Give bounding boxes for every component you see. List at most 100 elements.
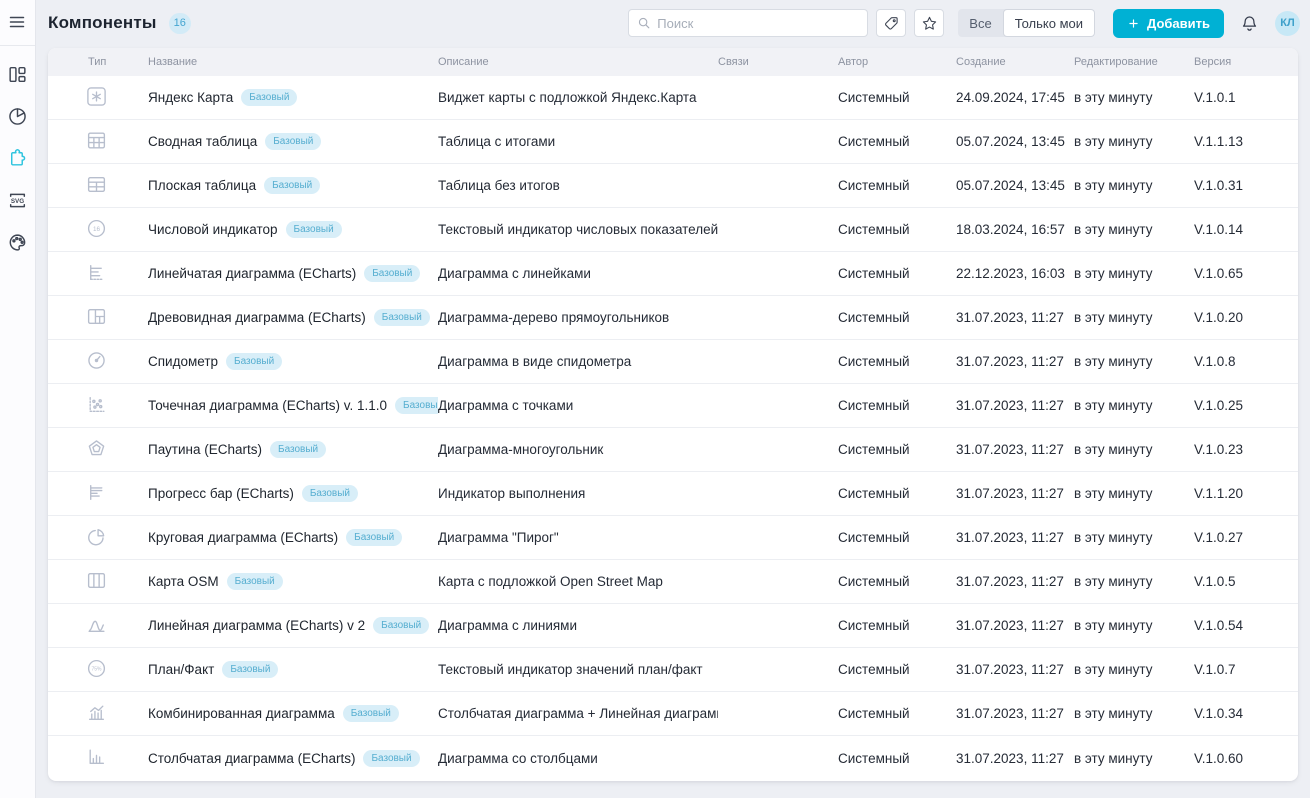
component-edited: в эту минуту [1074, 310, 1194, 325]
table-row[interactable]: Столбчатая диаграмма (ECharts) Базовый Д… [48, 736, 1298, 780]
favorites-filter-button[interactable] [914, 9, 944, 37]
sidebar-item-palette[interactable] [6, 230, 30, 254]
table-row[interactable]: Древовидная диаграмма (ECharts) Базовый … [48, 296, 1298, 340]
search-input[interactable] [657, 16, 859, 31]
table-row[interactable]: Спидометр Базовый Диаграмма в виде спидо… [48, 340, 1298, 384]
table-row[interactable]: Линейчатая диаграмма (ECharts) Базовый Д… [48, 252, 1298, 296]
pie-icon [86, 526, 107, 547]
table-row[interactable]: Яндекс Карта Базовый Виджет карты с подл… [48, 76, 1298, 120]
percent-icon: 75% [86, 658, 107, 679]
component-edited: в эту минуту [1074, 90, 1194, 105]
column-header-links: Связи [718, 56, 838, 68]
component-author: Системный [838, 530, 956, 545]
table-row[interactable]: Точечная диаграмма (ECharts) v. 1.1.0 Ба… [48, 384, 1298, 428]
avatar[interactable]: КЛ [1275, 11, 1300, 36]
line-icon [86, 614, 107, 635]
component-name: Спидометр [148, 354, 218, 369]
table-row[interactable]: 16 Числовой индикатор Базовый Текстовый … [48, 208, 1298, 252]
sidebar-item-pie-chart[interactable] [6, 104, 30, 128]
add-button[interactable]: Добавить [1113, 9, 1224, 38]
component-created: 05.07.2024, 13:45 [956, 178, 1074, 193]
number-indicator-icon: 16 [86, 218, 107, 239]
bar-vertical-icon [86, 746, 107, 767]
column-header-edited: Редактирование [1074, 56, 1194, 68]
component-edited: в эту минуту [1074, 266, 1194, 281]
sidebar-item-dashboard[interactable] [6, 62, 30, 86]
pivot-table-icon [86, 130, 107, 151]
tag-icon [883, 15, 900, 32]
component-version: V.1.0.54 [1194, 618, 1298, 633]
table-row[interactable]: Плоская таблица Базовый Таблица без итог… [48, 164, 1298, 208]
table-header: Тип Название Описание Связи Автор Создан… [48, 48, 1298, 76]
filter-all-segment[interactable]: Все [958, 9, 1002, 37]
table-row[interactable]: Круговая диаграмма (ECharts) Базовый Диа… [48, 516, 1298, 560]
table-row[interactable]: Паутина (ECharts) Базовый Диаграмма-мног… [48, 428, 1298, 472]
gauge-icon [86, 350, 107, 371]
basic-badge: Базовый [302, 485, 358, 502]
column-header-version: Версия [1194, 56, 1298, 68]
component-name: Сводная таблица [148, 134, 257, 149]
star-icon [921, 15, 938, 32]
component-created: 31.07.2023, 11:27 [956, 354, 1074, 369]
component-name: Яндекс Карта [148, 90, 233, 105]
component-edited: в эту минуту [1074, 530, 1194, 545]
component-description: Текстовый индикатор значений план/факт [438, 662, 718, 677]
component-edited: в эту минуту [1074, 398, 1194, 413]
component-author: Системный [838, 354, 956, 369]
menu-toggle-button[interactable] [7, 12, 29, 34]
basic-badge: Базовый [286, 221, 342, 238]
sidebar-item-svg[interactable]: SVG [6, 188, 30, 212]
component-version: V.1.0.8 [1194, 354, 1298, 369]
table-row[interactable]: Прогресс бар (ECharts) Базовый Индикатор… [48, 472, 1298, 516]
component-version: V.1.0.25 [1194, 398, 1298, 413]
component-created: 18.03.2024, 16:57 [956, 222, 1074, 237]
add-button-label: Добавить [1147, 16, 1210, 31]
component-author: Системный [838, 398, 956, 413]
svg-icon: SVG [7, 190, 28, 211]
component-author: Системный [838, 222, 956, 237]
component-description: Диаграмма со столбцами [438, 751, 718, 766]
components-table: Тип Название Описание Связи Автор Создан… [48, 48, 1298, 781]
ownership-toggle: Все Только мои [958, 9, 1095, 37]
component-version: V.1.0.31 [1194, 178, 1298, 193]
component-description: Диаграмма с линиями [438, 618, 718, 633]
component-description: Столбчатая диаграмма + Линейная диаграмм… [438, 706, 718, 721]
notifications-button[interactable] [1240, 14, 1259, 33]
component-version: V.1.0.14 [1194, 222, 1298, 237]
component-created: 31.07.2023, 11:27 [956, 530, 1074, 545]
component-version: V.1.0.7 [1194, 662, 1298, 677]
search-box [628, 9, 868, 37]
component-description: Таблица без итогов [438, 178, 718, 193]
svg-text:16: 16 [93, 225, 101, 232]
basic-badge: Базовый [265, 133, 321, 150]
component-author: Системный [838, 90, 956, 105]
svg-text:75%: 75% [91, 666, 102, 672]
filter-mine-segment[interactable]: Только мои [1003, 9, 1095, 37]
asterisk-icon [86, 86, 107, 107]
component-created: 31.07.2023, 11:27 [956, 442, 1074, 457]
sidebar-nav: SVG [0, 46, 35, 254]
component-version: V.1.0.60 [1194, 751, 1298, 766]
table-row[interactable]: Сводная таблица Базовый Таблица с итогам… [48, 120, 1298, 164]
table-row[interactable]: Карта OSM Базовый Карта с подложкой Open… [48, 560, 1298, 604]
palette-icon [7, 232, 28, 253]
page-title: Компоненты [48, 13, 157, 33]
component-edited: в эту минуту [1074, 354, 1194, 369]
component-description: Текстовый индикатор числовых показателей [438, 222, 718, 237]
sidebar-item-puzzle[interactable] [6, 146, 30, 170]
basic-badge: Базовый [395, 397, 438, 414]
component-description: Виджет карты с подложкой Яндекс.Карта [438, 90, 718, 105]
component-created: 31.07.2023, 11:27 [956, 618, 1074, 633]
component-description: Таблица с итогами [438, 134, 718, 149]
component-created: 31.07.2023, 11:27 [956, 310, 1074, 325]
tags-filter-button[interactable] [876, 9, 906, 37]
table-row[interactable]: Линейная диаграмма (ECharts) v 2 Базовый… [48, 604, 1298, 648]
table-row[interactable]: Комбинированная диаграмма Базовый Столбч… [48, 692, 1298, 736]
component-author: Системный [838, 662, 956, 677]
scatter-icon [86, 394, 107, 415]
component-author: Системный [838, 310, 956, 325]
table-row[interactable]: 75% План/Факт Базовый Текстовый индикато… [48, 648, 1298, 692]
component-description: Диаграмма-дерево прямоугольников [438, 310, 718, 325]
basic-badge: Базовый [346, 529, 402, 546]
component-created: 31.07.2023, 11:27 [956, 662, 1074, 677]
